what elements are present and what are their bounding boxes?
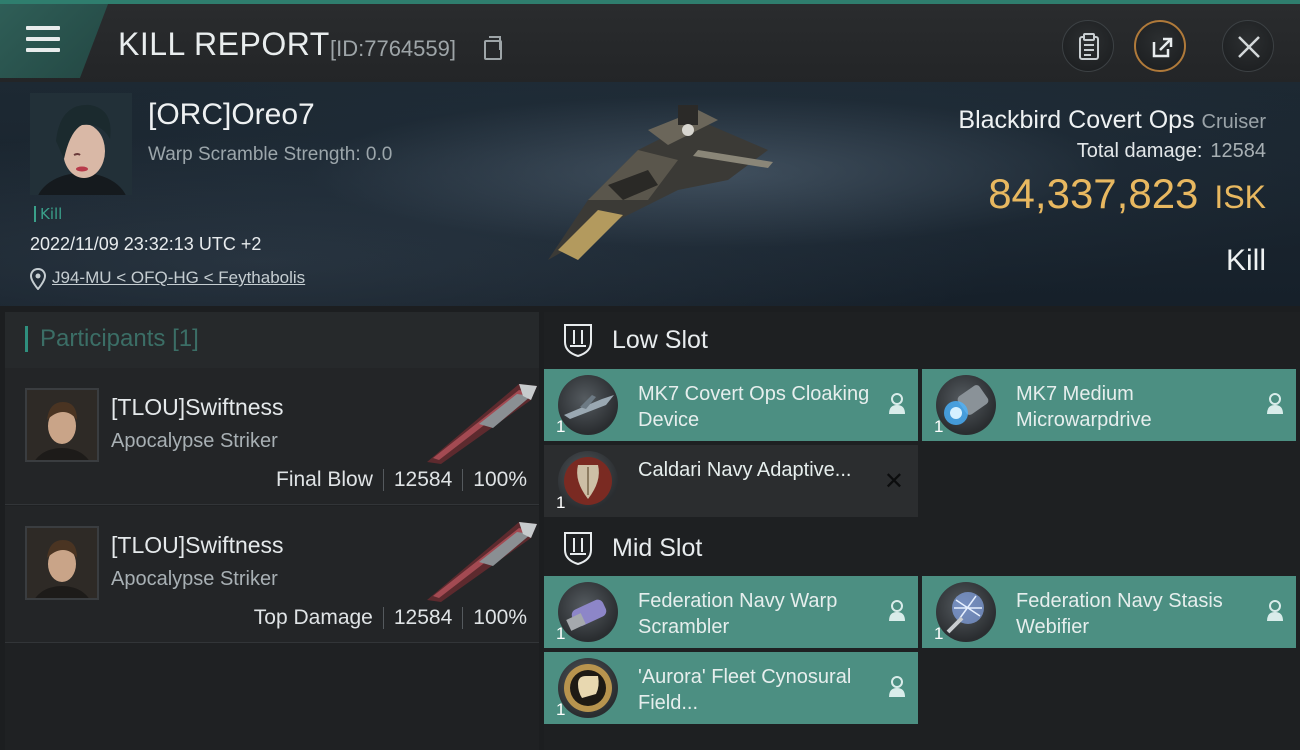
module-name: Federation Navy Stasis Webifier (1016, 590, 1223, 638)
top-bar: KILL REPORT [ID:7764559] (0, 0, 1300, 82)
person-icon (1267, 600, 1283, 621)
clipboard-button[interactable] (1062, 20, 1114, 72)
participant-percent: 100% (473, 606, 527, 629)
report-id: [ID:7764559] (330, 36, 456, 61)
warp-scrambler-icon (558, 582, 618, 642)
module-qty: 1 (934, 624, 944, 643)
person-icon (889, 600, 905, 621)
kill-datetime: 2022/11/09 23:32:13 UTC +2 (30, 234, 262, 254)
result-label: Kill (1225, 244, 1266, 277)
victim-avatar[interactable] (30, 93, 132, 195)
participant-damage: 12584 (393, 468, 453, 491)
isk-amount: 84,337,823 (988, 170, 1199, 217)
warp-scramble-strength: Warp Scramble Strength: 0.0 (148, 144, 393, 165)
participants-panel: Participants [1] [TLOU]Swiftness Apocaly… (5, 312, 539, 750)
participant-row[interactable]: [TLOU]Swiftness Apocalypse Striker Top D… (5, 506, 539, 643)
module-qty: 1 (556, 700, 566, 719)
slot-icon (564, 532, 592, 566)
page-title: KILL REPORT (118, 26, 330, 62)
total-damage-value: 12584 (1210, 140, 1266, 162)
adaptive-hardener-icon (558, 451, 618, 511)
person-icon (889, 676, 905, 697)
module-name: MK7 Medium Microwarpdrive (1016, 383, 1152, 431)
close-icon (1238, 36, 1260, 58)
mid-slot-label: Mid Slot (612, 534, 703, 562)
participants-header: Participants [1] (5, 312, 539, 368)
mid-slot-header: Mid Slot (544, 520, 1300, 576)
victim-panel: [ORC]Oreo7 Warp Scramble Strength: 0.0 K… (0, 82, 1300, 306)
menu-icon (26, 26, 60, 52)
kill-tag: Kill (34, 206, 62, 222)
person-icon (1267, 393, 1283, 414)
module-item[interactable]: 1 Federation Navy Warp Scrambler (544, 576, 918, 648)
person-icon (889, 393, 905, 414)
participant-damage: 12584 (393, 606, 453, 629)
isk-unit: ISK (1214, 179, 1266, 215)
participants-title: Participants (40, 325, 166, 352)
clipboard-icon (1079, 33, 1099, 60)
participant-percent: 100% (473, 468, 527, 491)
ship-class: Cruiser (1201, 111, 1266, 133)
cynosural-field-icon (558, 658, 618, 718)
module-item[interactable]: 1 MK7 Medium Microwarpdrive (922, 369, 1296, 441)
module-item[interactable]: 1 Federation Navy Stasis Webifier (922, 576, 1296, 648)
microwarpdrive-icon (936, 375, 996, 435)
close-button[interactable] (1222, 20, 1274, 72)
share-button[interactable] (1134, 20, 1186, 72)
share-icon (1152, 37, 1173, 58)
ship-name: Blackbird Covert Ops (958, 106, 1195, 134)
low-slot-label: Low Slot (612, 326, 708, 354)
module-name: 'Aurora' Fleet Cynosural Field... (638, 666, 852, 714)
fittings-panel: Low Slot 1 MK7 Covert Ops Cloaking Devic… (544, 312, 1300, 750)
menu-button[interactable] (0, 4, 108, 78)
participant-row[interactable]: [TLOU]Swiftness Apocalypse Striker Final… (5, 368, 539, 505)
participant-ship: Apocalypse Striker (111, 430, 278, 452)
stasis-webifier-icon (936, 582, 996, 642)
participant-name[interactable]: [TLOU]Swiftness (111, 532, 284, 559)
participants-label: Participants [1] (25, 326, 199, 352)
participant-stats: Top Damage 12584 100% (254, 606, 527, 630)
module-item[interactable]: 1 MK7 Covert Ops Cloaking Device (544, 369, 918, 441)
total-damage: Total damage: 12584 (1077, 140, 1266, 163)
destroyed-icon: ✕ (883, 467, 904, 495)
isk-value: 84,337,823 ISK (988, 170, 1266, 218)
location-pin-icon (30, 268, 46, 290)
victim-ship[interactable]: Blackbird Covert Ops Cruiser (958, 106, 1266, 135)
module-qty: 1 (934, 417, 944, 436)
weapon-icon (427, 522, 537, 602)
module-qty: 1 (556, 493, 566, 512)
module-name: MK7 Covert Ops Cloaking Device (638, 383, 870, 431)
participant-role: Top Damage (253, 606, 373, 629)
module-qty: 1 (556, 624, 566, 643)
participant-avatar[interactable] (25, 388, 99, 492)
victim-pilot-name[interactable]: [ORC]Oreo7 (148, 98, 315, 132)
participant-ship: Apocalypse Striker (111, 568, 278, 590)
ship-image (548, 105, 773, 260)
cloaking-device-icon (558, 375, 618, 435)
copy-icon[interactable] (484, 36, 502, 60)
module-item[interactable]: 1 'Aurora' Fleet Cynosural Field... (544, 652, 918, 724)
module-qty: 1 (556, 417, 566, 436)
participant-name[interactable]: [TLOU]Swiftness (111, 394, 284, 421)
module-name: Caldari Navy Adaptive... (638, 459, 852, 481)
slot-icon (564, 324, 592, 358)
participant-role: Final Blow (276, 468, 373, 491)
participant-stats: Final Blow 12584 100% (276, 468, 527, 492)
participants-count: [1] (172, 325, 199, 352)
total-damage-label: Total damage: (1076, 140, 1203, 162)
participant-avatar[interactable] (25, 526, 99, 630)
kill-location-link[interactable]: J94-MU < OFQ-HG < Feythabolis (52, 268, 305, 288)
low-slot-header: Low Slot (544, 312, 1300, 368)
weapon-icon (427, 384, 537, 464)
module-name: Federation Navy Warp Scrambler (638, 590, 838, 638)
module-item[interactable]: 1 Caldari Navy Adaptive... ✕ (544, 445, 918, 517)
